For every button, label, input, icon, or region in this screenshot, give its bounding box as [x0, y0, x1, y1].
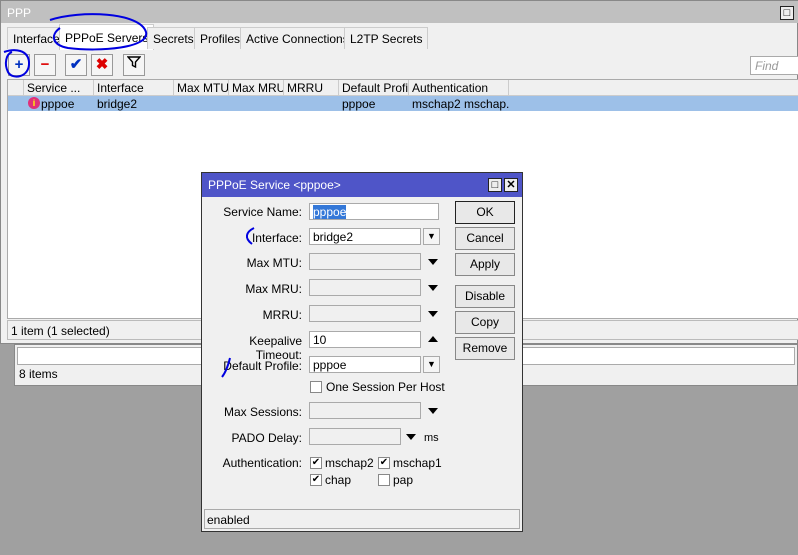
annotation-mark-profile — [221, 357, 231, 378]
annotation-circle-add — [3, 49, 31, 78]
annotation-overlay — [3, 13, 255, 378]
annotation-circle-tab — [49, 13, 148, 51]
annotation-mark-interface — [246, 227, 255, 245]
